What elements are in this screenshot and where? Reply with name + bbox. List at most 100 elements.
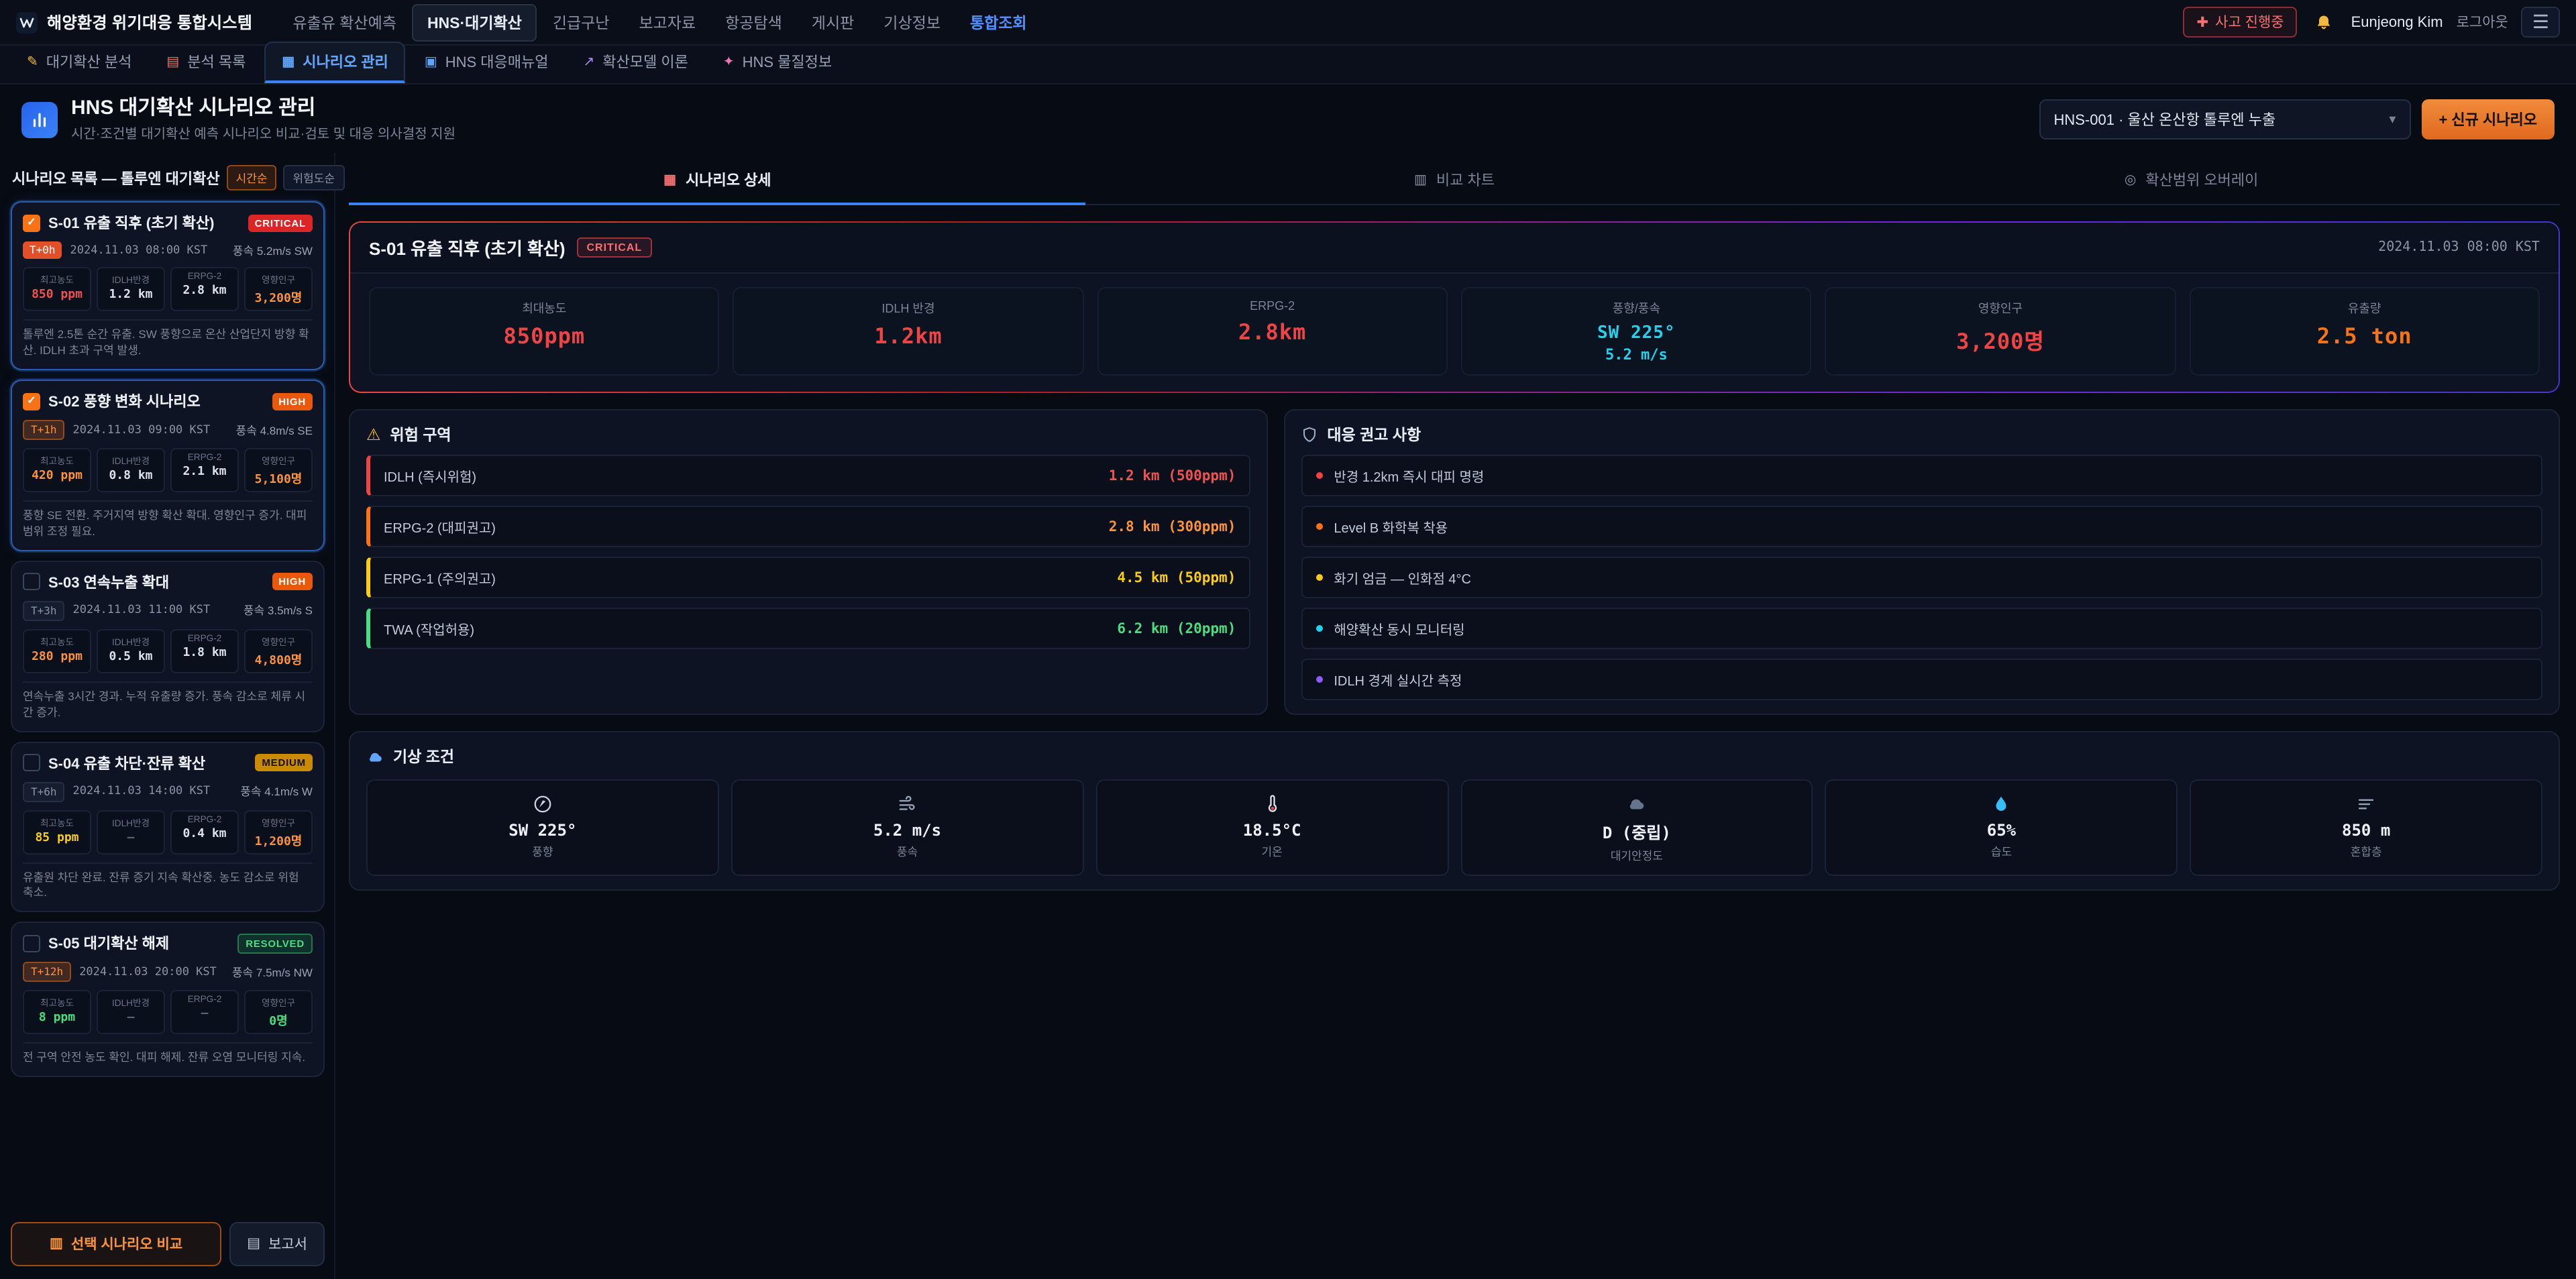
- nav-item-weather[interactable]: 기상정보: [870, 5, 954, 40]
- scenario-checkbox[interactable]: [23, 935, 40, 952]
- tab-model-theory[interactable]: ↗ 확산모델 이론: [568, 43, 704, 83]
- page-header: HNS 대기확산 시나리오 관리 시간·조건별 대기확산 예측 시나리오 비교·…: [0, 85, 2576, 154]
- tab-label: 시나리오 관리: [303, 51, 388, 72]
- page-title: HNS 대기확산 시나리오 관리: [71, 97, 455, 120]
- scenario-card-s01[interactable]: S-01 유출 직후 (초기 확산) CRITICAL T+0h 2024.11…: [11, 202, 325, 371]
- scenario-card-s05[interactable]: S-05 대기확산 해제 RESOLVED T+12h 2024.11.03 2…: [11, 922, 325, 1078]
- compare-scenarios-button[interactable]: ▥ 선택 시나리오 비교: [11, 1221, 221, 1266]
- trend-icon: ↗: [584, 54, 595, 69]
- recommendation-item: 해양확산 동시 모니터링: [1301, 608, 2542, 650]
- nav-item-integrated-search[interactable]: 통합조회: [957, 5, 1040, 40]
- scenario-description: 유출원 차단 완료. 잔류 증기 지속 확산중. 농도 감소로 위험 축소.: [23, 862, 313, 902]
- recommendation-item: 화기 엄금 — 인화점 4°C: [1301, 557, 2542, 599]
- new-scenario-button[interactable]: + 신규 시나리오: [2421, 99, 2555, 140]
- main-nav: 유출유 확산예측 HNS·대기확산 긴급구난 보고자료 항공탐색 게시판 기상정…: [279, 3, 2164, 41]
- metric-population: 영향인구1,200명: [244, 810, 313, 854]
- wind-icon: [738, 793, 1077, 815]
- scenario-card-s04[interactable]: S-04 유출 차단·잔류 확산 MEDIUM T+6h 2024.11.03 …: [11, 741, 325, 913]
- metric-erpg2: ERPG-21.8 km: [170, 629, 239, 673]
- detail-header: S-01 유출 직후 (초기 확산) CRITICAL 2024.11.03 0…: [350, 223, 2559, 274]
- tab-label: HNS 물질정보: [743, 51, 833, 72]
- incident-status-label: 사고 진행중: [2215, 12, 2284, 32]
- metric-concentration: 최고농도8 ppm: [23, 991, 91, 1035]
- scenario-card-s02[interactable]: S-02 풍향 변화 시나리오 HIGH T+1h 2024.11.03 09:…: [11, 380, 325, 551]
- book-icon: ▣: [425, 54, 437, 69]
- tab-label: 확산범위 오버레이: [2145, 170, 2258, 191]
- menu-icon[interactable]: ☰: [2522, 7, 2560, 38]
- severity-badge: MEDIUM: [255, 754, 313, 771]
- incident-select[interactable]: HNS-001 · 울산 온산항 톨루엔 누출 ▾: [2039, 99, 2410, 140]
- logout-button[interactable]: 로그아웃: [2457, 12, 2508, 32]
- tab-label: 대기확산 분석: [46, 51, 132, 72]
- nav-item-hns-diffusion[interactable]: HNS·대기확산: [413, 3, 537, 41]
- scenario-title: S-03 연속누출 확대: [48, 571, 264, 593]
- tab-diffusion-analysis[interactable]: ✎ 대기확산 분석: [11, 43, 148, 83]
- metric-idlh-radius: IDLH 반경 1.2km: [733, 288, 1084, 376]
- recommendations-title: 대응 권고 사항: [1327, 425, 1421, 446]
- notification-bell-icon[interactable]: [2311, 9, 2338, 36]
- tab-label: 시나리오 상세: [686, 170, 771, 191]
- time-offset-chip: T+12h: [23, 962, 71, 983]
- scenario-wind: 풍속 4.1m/s W: [240, 783, 313, 799]
- detail-row: ⚠ 위험 구역 IDLH (즉시위험) 1.2 km (500ppm) ERPG…: [349, 410, 2560, 716]
- report-button[interactable]: ▤ 보고서: [229, 1221, 325, 1266]
- metric-wind: 풍향/풍속 SW 225° 5.2 m/s: [1461, 288, 1812, 376]
- bullet-dot: [1316, 473, 1323, 480]
- chevron-down-icon: ▾: [2389, 112, 2396, 127]
- scenario-card-s03[interactable]: S-03 연속누출 확대 HIGH T+3h 2024.11.03 11:00 …: [11, 561, 325, 732]
- scenario-description: 풍향 SE 전환. 주거지역 방향 확산 확대. 영향인구 증가. 대피 범위 …: [23, 500, 313, 541]
- nav-item-board[interactable]: 게시판: [798, 5, 868, 40]
- weather-panel: 기상 조건 SW 225° 풍향 5.2 m/s: [349, 732, 2560, 891]
- metric-concentration: 최고농도850 ppm: [23, 268, 91, 312]
- pencil-icon: ✎: [27, 54, 38, 69]
- scenario-checkbox[interactable]: [23, 754, 40, 771]
- app-title: 해양환경 위기대응 통합시스템: [47, 11, 252, 34]
- nav-item-rescue[interactable]: 긴급구난: [539, 5, 623, 40]
- scenario-title: S-05 대기확산 해제: [48, 933, 229, 954]
- recommendation-item: Level B 화학복 착용: [1301, 506, 2542, 548]
- main-panel: ▦ 시나리오 상세 ▥ 비교 차트 ◎ 확산범위 오버레이 S-01 유출 직후…: [335, 154, 2576, 1279]
- metric-idlh-radius: IDLH반경0.5 km: [97, 629, 165, 673]
- metric-affected-population: 영향인구 3,200명: [1825, 288, 2176, 376]
- tab-compare-chart[interactable]: ▥ 비교 차트: [1086, 159, 1823, 206]
- tab-hns-substance-info[interactable]: ✦ HNS 물질정보: [707, 43, 848, 83]
- app-root: 해양환경 위기대응 통합시스템 유출유 확산예측 HNS·대기확산 긴급구난 보…: [0, 0, 2576, 1279]
- sort-by-time-chip[interactable]: 시간순: [227, 166, 277, 191]
- scenario-checkbox[interactable]: [23, 392, 40, 410]
- scenario-wind: 풍속 5.2m/s SW: [233, 243, 313, 259]
- tab-scenario-management[interactable]: ▦ 시나리오 관리: [264, 42, 405, 83]
- detail-tabs: ▦ 시나리오 상세 ▥ 비교 차트 ◎ 확산범위 오버레이: [349, 159, 2560, 206]
- tab-hns-manual[interactable]: ▣ HNS 대응매뉴얼: [409, 43, 565, 83]
- nav-item-aerial-search[interactable]: 항공탐색: [712, 5, 796, 40]
- metric-spill-amount: 유출량 2.5 ton: [2189, 288, 2540, 376]
- layers-icon: [2196, 793, 2536, 815]
- metric-population: 영향인구0명: [244, 991, 313, 1035]
- tab-analysis-list[interactable]: ▤ 분석 목록: [150, 43, 262, 83]
- nav-item-reports[interactable]: 보고자료: [625, 5, 709, 40]
- metric-population: 영향인구5,100명: [244, 448, 313, 492]
- tab-label: 비교 차트: [1436, 170, 1495, 191]
- tab-label: 분석 목록: [187, 51, 246, 72]
- warning-icon: ⚠: [366, 426, 381, 445]
- metric-idlh-radius: IDLH반경0.8 km: [97, 448, 165, 492]
- scenario-checkbox[interactable]: [23, 573, 40, 591]
- scenario-datetime: 2024.11.03 11:00 KST: [73, 604, 211, 618]
- list-icon: ▤: [166, 54, 179, 69]
- sub-nav: ✎ 대기확산 분석 ▤ 분석 목록 ▦ 시나리오 관리 ▣ HNS 대응매뉴얼 …: [0, 46, 2576, 85]
- detail-icon: ▦: [663, 173, 676, 188]
- tab-scenario-detail[interactable]: ▦ 시나리오 상세: [349, 159, 1086, 206]
- incident-select-value: HNS-001 · 울산 온산항 톨루엔 누출: [2053, 109, 2275, 130]
- nav-item-oil-spill[interactable]: 유출유 확산예측: [279, 5, 410, 40]
- compare-label: 선택 시나리오 비교: [71, 1233, 182, 1254]
- tab-range-overlay[interactable]: ◎ 확산범위 오버레이: [1823, 159, 2560, 206]
- recommendations-panel: 대응 권고 사항 반경 1.2km 즉시 대피 명령 Level B 화학복 착…: [1284, 410, 2560, 716]
- scenario-checkbox[interactable]: [23, 215, 40, 232]
- tab-label: 확산모델 이론: [602, 51, 688, 72]
- metric-concentration: 최고농도85 ppm: [23, 810, 91, 854]
- thermometer-icon: [1102, 793, 1442, 815]
- metric-erpg2: ERPG-22.1 km: [170, 448, 239, 492]
- metric-max-concentration: 최대농도 850ppm: [369, 288, 720, 376]
- hazard-zones-title: 위험 구역: [390, 425, 451, 446]
- time-offset-chip: T+1h: [23, 420, 65, 440]
- bullet-dot: [1316, 524, 1323, 531]
